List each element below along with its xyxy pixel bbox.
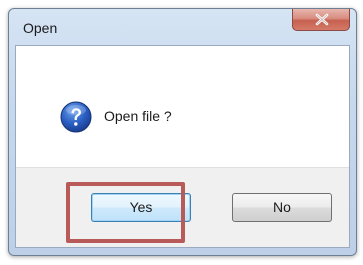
close-icon xyxy=(315,13,329,26)
highlight-annotation xyxy=(66,182,185,243)
question-icon xyxy=(60,101,92,133)
title-bar[interactable]: Open xyxy=(9,9,356,45)
dialog-title: Open xyxy=(23,20,58,36)
no-button[interactable]: No xyxy=(232,193,332,222)
dialog-message: Open file ? xyxy=(104,108,172,124)
close-button[interactable] xyxy=(292,9,350,31)
